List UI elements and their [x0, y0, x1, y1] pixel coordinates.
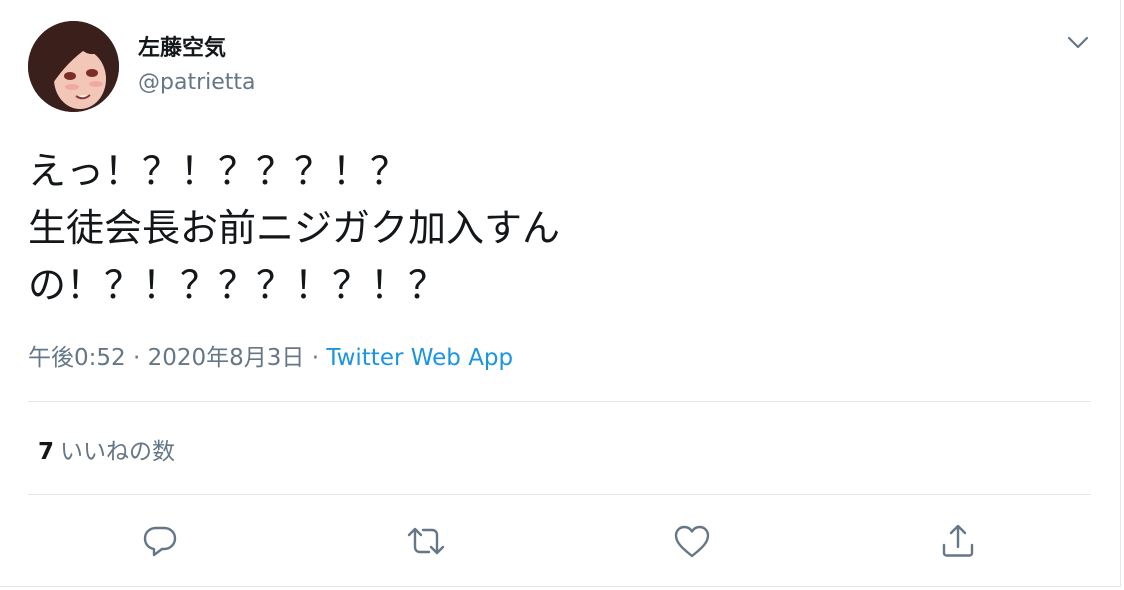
- tweet-text-line: えっ！？！？？？！？: [28, 149, 409, 193]
- likes-count: 7: [38, 439, 55, 465]
- avatar-illustration: [28, 21, 119, 112]
- tweet-time[interactable]: 午後0:52: [28, 345, 126, 371]
- heart-icon: [674, 525, 710, 558]
- share-button[interactable]: [936, 519, 980, 563]
- tweet-text-line: の！？！？？？！？！？: [28, 263, 447, 307]
- reply-button[interactable]: [138, 519, 182, 563]
- avatar[interactable]: [28, 21, 119, 112]
- likes-label: いいねの数: [60, 439, 176, 465]
- retweet-button[interactable]: [404, 519, 448, 563]
- tweet-source-link[interactable]: Twitter Web App: [326, 345, 513, 371]
- user-handle[interactable]: @patrietta: [138, 70, 256, 95]
- divider: [28, 494, 1091, 495]
- chevron-down-icon[interactable]: [1062, 28, 1094, 56]
- meta-separator: ·: [311, 345, 320, 371]
- like-button[interactable]: [670, 519, 714, 563]
- retweet-icon: [407, 527, 445, 555]
- divider: [28, 401, 1091, 402]
- tweet-text-line: 生徒会長お前ニジガク加入すん: [28, 206, 561, 250]
- likes-stat[interactable]: 7 いいねの数: [38, 432, 175, 466]
- reply-icon: [143, 526, 177, 557]
- tweet-date[interactable]: 2020年8月3日: [148, 345, 305, 371]
- display-name[interactable]: 左藤空気: [138, 30, 226, 62]
- tweet-meta: 午後0:52 · 2020年8月3日 · Twitter Web App: [28, 338, 513, 372]
- tweet-card: 左藤空気 @patrietta えっ！？！？？？！？ 生徒会長お前ニジガク加入す…: [0, 0, 1121, 587]
- share-icon: [942, 524, 974, 557]
- tweet-text: えっ！？！？？？！？ 生徒会長お前ニジガク加入すん の！？！？？？！？！？: [28, 143, 560, 314]
- meta-separator: ·: [132, 345, 141, 371]
